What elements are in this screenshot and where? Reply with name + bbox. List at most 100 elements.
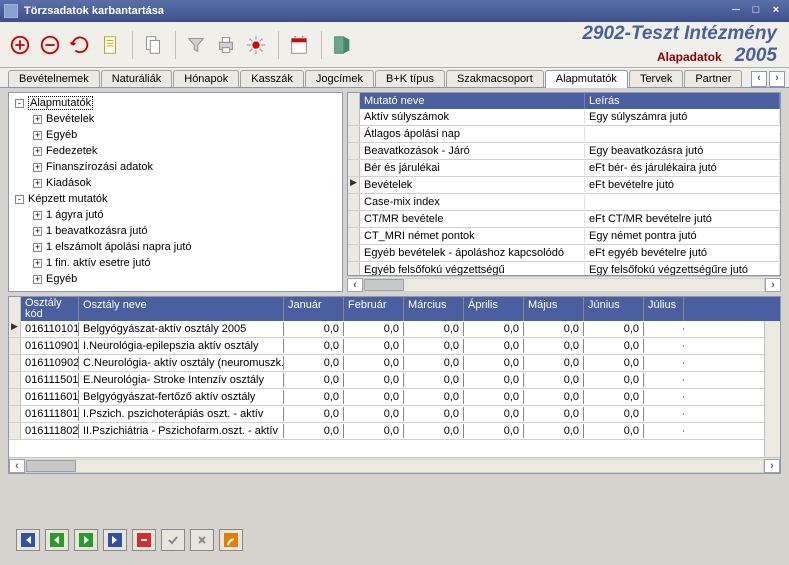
table-row[interactable]: 016111801I.Pszich. pszichoterápiás oszt.… [9,406,764,423]
col-header[interactable]: Június [584,297,644,321]
table-row[interactable]: 016110901I.Neurológia-epilepszia aktív o… [9,338,764,355]
table-row[interactable]: ▶BevételekeFt bevételre jutó [348,177,780,194]
table-row[interactable]: 016111802II.Pszichiátria - Pszichofarm.o… [9,423,764,440]
document-button[interactable] [96,31,124,59]
minimize-button[interactable]: ─ [727,4,745,18]
tree-node[interactable]: +Egyéb [11,271,340,287]
tab-szakmacsoport[interactable]: Szakmacsoport [446,70,544,87]
tree-node[interactable]: +Finanszírozási adatok [11,159,340,175]
grid1-hscroll[interactable]: ‹ › [347,276,781,292]
tree-node[interactable]: +1 elszámolt ápolási napra jutó [11,239,340,255]
nav-first-button[interactable] [16,529,40,551]
table-row[interactable]: Beavatkozások - JáróEgy beavatkozásra ju… [348,143,780,160]
expand-icon[interactable]: + [33,131,42,140]
tab-tervek[interactable]: Tervek [629,70,683,87]
expand-icon[interactable]: + [33,259,42,268]
tab-b+k típus[interactable]: B+K típus [375,70,445,87]
nav-confirm-button[interactable] [161,529,185,551]
remove-button[interactable] [36,31,64,59]
tab-partner[interactable]: Partner [684,70,742,87]
copy-button[interactable] [139,31,167,59]
tree-view[interactable]: -Alapmutatók+Bevételek+Egyéb+Fedezetek+F… [8,92,343,292]
tab-naturáliák[interactable]: Naturáliák [101,70,173,87]
grid2-hscroll[interactable]: ‹ › [9,457,780,473]
tree-node[interactable]: + Egyéb [11,127,340,143]
col-header[interactable]: Július [644,297,684,321]
tree-node[interactable]: +1 beavatkozásra jutó [11,223,340,239]
exit-button[interactable] [328,31,356,59]
col-header[interactable]: Január [284,297,344,321]
tab-alapmutatók[interactable]: Alapmutatók [545,70,628,88]
tree-label: Bevételek [46,113,94,125]
expand-icon[interactable]: - [15,195,24,204]
tab-jogcímek[interactable]: Jogcímek [305,70,374,87]
tree-label: Egyéb [46,129,77,141]
print-button[interactable] [212,31,240,59]
col-header[interactable]: Május [524,297,584,321]
add-button[interactable] [6,31,34,59]
col-header[interactable]: Osztály kód [21,297,79,321]
table-row[interactable]: Egyéb bevételek - ápoláshoz kapcsolódóeF… [348,245,780,262]
indicators-grid[interactable]: Mutató neve Leírás Aktív súlyszámokEgy s… [347,92,781,276]
scroll-right-icon[interactable]: › [765,278,781,292]
nav-prev-button[interactable] [45,529,69,551]
expand-icon[interactable]: + [33,243,42,252]
table-row[interactable]: Átlagos ápolási nap [348,126,780,143]
tab-scroll-left[interactable]: ‹ [751,71,767,87]
grid2-vscroll[interactable] [764,321,780,457]
nav-delete-button[interactable] [132,529,156,551]
nav-cancel-button[interactable] [190,529,214,551]
expand-icon[interactable]: + [33,275,42,284]
table-row[interactable]: 016110902C.Neurológia- aktív osztály (ne… [9,355,764,372]
col-header[interactable]: Április [464,297,524,321]
scroll-left-icon[interactable]: ‹ [347,278,363,292]
tree-node[interactable]: + Bevételek [11,111,340,127]
tab-kasszák[interactable]: Kasszák [240,70,304,87]
table-row[interactable]: 016111501E.Neurológia- Stroke Intenzív o… [9,372,764,389]
tree-label: Kiadások [46,177,91,189]
nav-edit-button[interactable] [219,529,243,551]
table-row[interactable]: Aktív súlyszámokEgy súlyszámra jutó [348,109,780,126]
tree-node[interactable]: -Alapmutatók [11,95,340,111]
refresh-button[interactable] [66,31,94,59]
tree-node[interactable]: +Fedezetek [11,143,340,159]
tree-node[interactable]: + Kiadások [11,175,340,191]
scroll-left-icon[interactable]: ‹ [9,459,25,473]
tree-node[interactable]: +1 ágyra jutó [11,207,340,223]
tree-label: 1 ágyra jutó [46,209,103,221]
expand-icon[interactable]: + [33,211,42,220]
expand-icon[interactable]: + [33,163,42,172]
tab-scroll-right[interactable]: › [769,71,785,87]
expand-icon[interactable]: - [15,99,24,108]
expand-icon[interactable]: + [33,115,42,124]
window-title: Törzsadatok karbantartása [24,5,725,17]
col-header[interactable]: Február [344,297,404,321]
tree-node[interactable]: -Képzett mutatók [11,191,340,207]
tab-bevételnemek[interactable]: Bevételnemek [8,70,100,87]
tree-node[interactable]: +1 fin. aktív esetre jutó [11,255,340,271]
filter-button[interactable] [182,31,210,59]
expand-icon[interactable]: + [33,179,42,188]
table-row[interactable]: 016111601Belgyógyászat-fertőző aktív osz… [9,389,764,406]
departments-grid[interactable]: Osztály kódOsztály neveJanuárFebruárMárc… [8,296,781,474]
close-button[interactable]: × [767,4,785,18]
tools-button[interactable] [242,31,270,59]
tab-hónapok[interactable]: Hónapok [173,70,239,87]
table-row[interactable]: CT/MR bevételeeFt CT/MR bevételre jutó [348,211,780,228]
table-row[interactable]: Bér és járulékaieFt bér- és járulékaira … [348,160,780,177]
table-row[interactable]: CT_MRI német pontokEgy német pontra jutó [348,228,780,245]
nav-last-button[interactable] [103,529,127,551]
col-mutato-neve[interactable]: Mutató neve [360,93,585,109]
table-row[interactable]: Case-mix index [348,194,780,211]
calendar-button[interactable] [285,31,313,59]
expand-icon[interactable]: + [33,147,42,156]
scroll-right-icon[interactable]: › [764,459,780,473]
maximize-button[interactable]: □ [747,4,765,18]
col-leiras[interactable]: Leírás [585,93,780,109]
table-row[interactable]: Egyéb felsőfokú végzettségűEgy felsőfokú… [348,262,780,275]
expand-icon[interactable]: + [33,227,42,236]
col-header[interactable]: Osztály neve [79,297,284,321]
nav-next-button[interactable] [74,529,98,551]
table-row[interactable]: ▶016110101Belgyógyászat-aktív osztály 20… [9,321,764,338]
col-header[interactable]: Március [404,297,464,321]
